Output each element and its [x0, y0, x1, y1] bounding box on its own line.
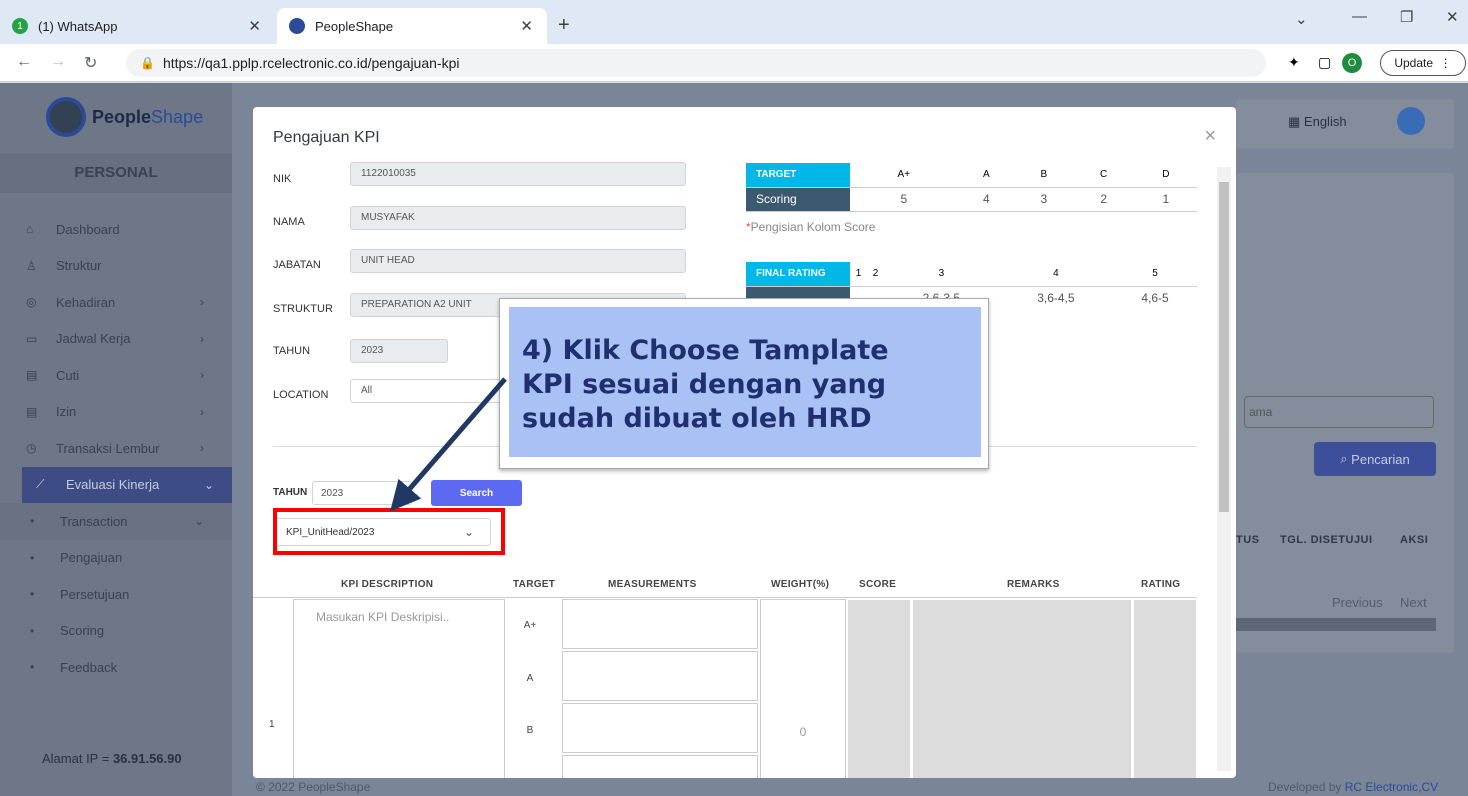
arrow-overlay: [390, 377, 507, 512]
arrow-icon: [390, 377, 507, 512]
